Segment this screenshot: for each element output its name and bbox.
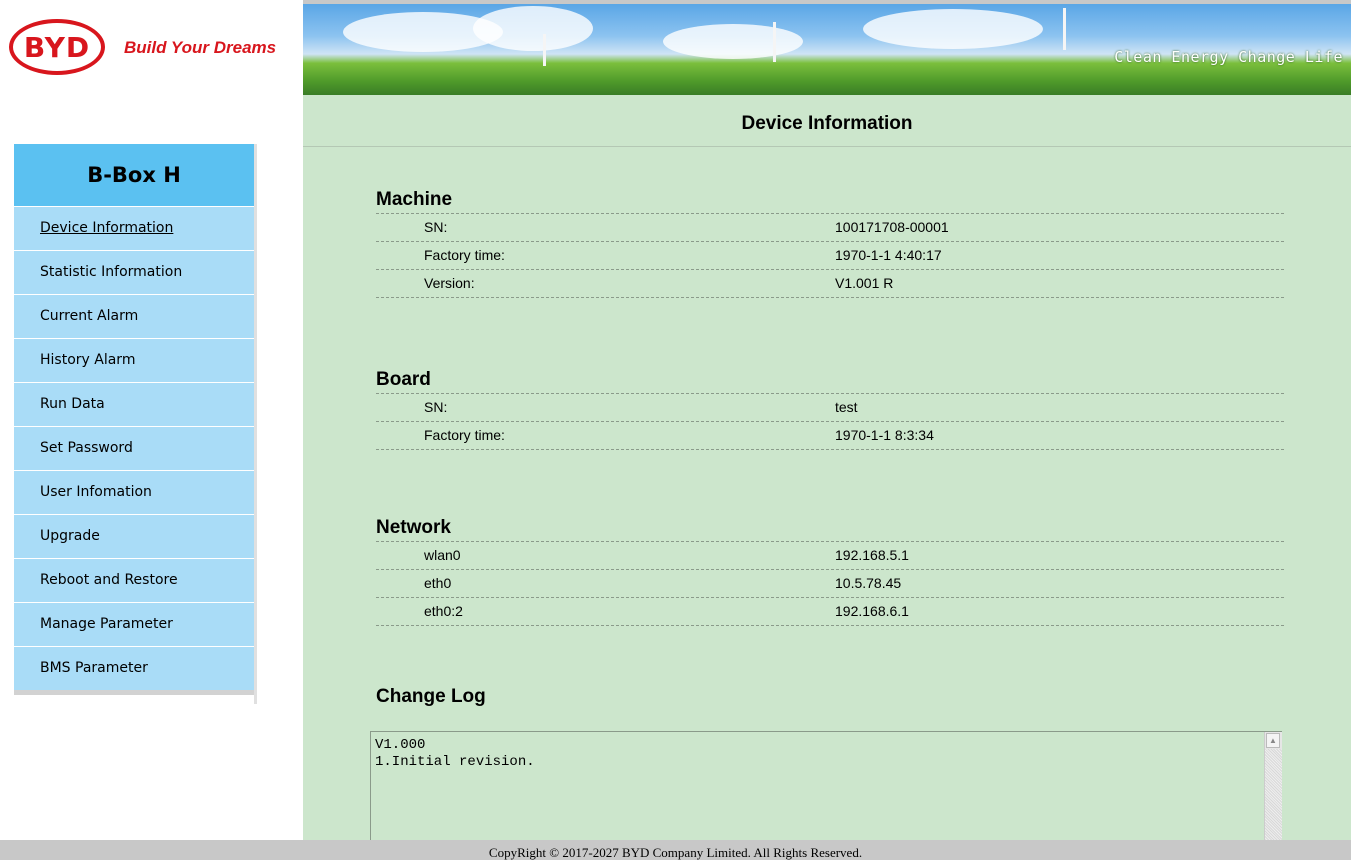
info-row: SN: 100171708-00001	[376, 214, 1284, 242]
sidebar-bottom-border	[14, 690, 257, 695]
copyright-text: CopyRight © 2017-2027 BYD Company Limite…	[488, 845, 863, 860]
nav-bms-parameter[interactable]: BMS Parameter	[14, 646, 254, 690]
nav-reboot-and-restore[interactable]: Reboot and Restore	[14, 558, 254, 602]
row-value: 100171708-00001	[835, 219, 949, 235]
title-divider	[303, 146, 1351, 147]
info-row: SN: test	[376, 394, 1284, 422]
nav-run-data[interactable]: Run Data	[14, 382, 254, 426]
machine-heading: Machine	[376, 187, 1284, 214]
info-row: Version: V1.001 R	[376, 270, 1284, 298]
info-row: Factory time: 1970-1-1 8:3:34	[376, 422, 1284, 450]
nav-current-alarm[interactable]: Current Alarm	[14, 294, 254, 338]
changelog-heading: Change Log	[376, 686, 486, 707]
nav-set-password[interactable]: Set Password	[14, 426, 254, 470]
info-row: eth0 10.5.78.45	[376, 570, 1284, 598]
info-row: eth0:2 192.168.6.1	[376, 598, 1284, 626]
row-value: V1.001 R	[835, 275, 894, 291]
changelog-text: V1.000 1.Initial revision.	[375, 737, 535, 770]
changelog-textarea[interactable]: V1.000 1.Initial revision. ▲	[370, 731, 1282, 840]
board-section: Board SN: test Factory time: 1970-1-1 8:…	[376, 367, 1284, 450]
header-banner: Clean Energy Change Life	[303, 4, 1351, 95]
main-panel: Device Information Machine SN: 100171708…	[303, 95, 1351, 840]
nav-user-infomation[interactable]: User Infomation	[14, 470, 254, 514]
row-label: Factory time:	[424, 247, 505, 263]
board-heading: Board	[376, 367, 1284, 394]
banner-slogan: Clean Energy Change Life	[1114, 48, 1343, 66]
row-value: 1970-1-1 8:3:34	[835, 427, 934, 443]
row-label: SN:	[424, 219, 448, 235]
nav-manage-parameter[interactable]: Manage Parameter	[14, 602, 254, 646]
row-label: eth0	[424, 575, 452, 591]
nav-history-alarm[interactable]: History Alarm	[14, 338, 254, 382]
sidebar: B-Box H Device Information Statistic Inf…	[14, 144, 257, 695]
row-label: eth0:2	[424, 603, 463, 619]
changelog-scrollbar[interactable]: ▲	[1264, 732, 1282, 840]
row-label: wlan0	[424, 547, 461, 563]
row-value: test	[835, 399, 858, 415]
scrollbar-track[interactable]	[1265, 749, 1282, 840]
row-label: Version:	[424, 275, 475, 291]
footer: CopyRight © 2017-2027 BYD Company Limite…	[0, 840, 1351, 860]
scroll-up-icon[interactable]: ▲	[1266, 733, 1280, 748]
info-row: Factory time: 1970-1-1 4:40:17	[376, 242, 1284, 270]
network-heading: Network	[376, 515, 1284, 542]
nav-device-information[interactable]: Device Information	[14, 206, 254, 250]
nav-statistic-information[interactable]: Statistic Information	[14, 250, 254, 294]
network-section: Network wlan0 192.168.5.1 eth0 10.5.78.4…	[376, 515, 1284, 626]
sidebar-edge	[254, 144, 257, 704]
row-value: 192.168.5.1	[835, 547, 909, 563]
brand-tagline: Build Your Dreams	[124, 38, 277, 57]
machine-section: Machine SN: 100171708-00001 Factory time…	[376, 187, 1284, 298]
nav-upgrade[interactable]: Upgrade	[14, 514, 254, 558]
row-value: 1970-1-1 4:40:17	[835, 247, 942, 263]
logo-area: BYD Build Your Dreams	[0, 0, 303, 95]
page-title: Device Information	[741, 113, 913, 134]
row-label: Factory time:	[424, 427, 505, 443]
byd-logo: BYD	[9, 19, 105, 75]
product-name: B-Box H	[14, 144, 254, 206]
row-label: SN:	[424, 399, 448, 415]
info-row: wlan0 192.168.5.1	[376, 542, 1284, 570]
row-value: 10.5.78.45	[835, 575, 902, 591]
row-value: 192.168.6.1	[835, 603, 909, 619]
